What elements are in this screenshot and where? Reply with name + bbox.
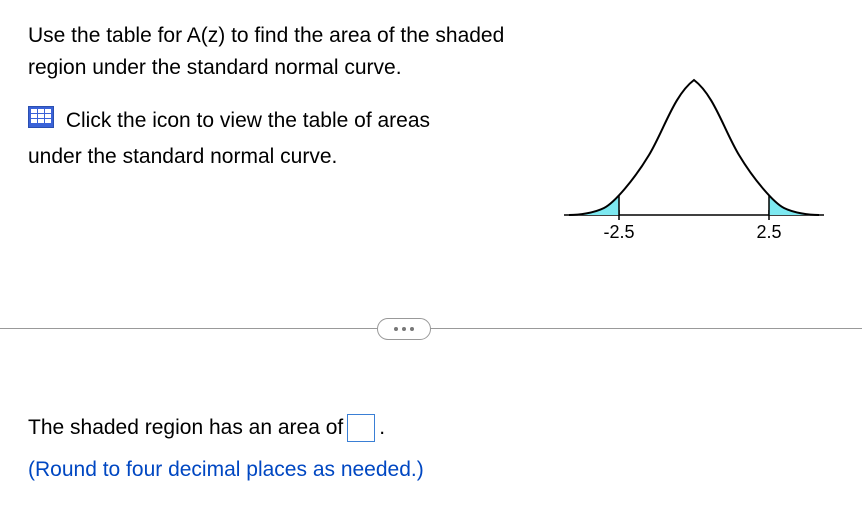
answer-suffix: .	[379, 410, 385, 446]
answer-input[interactable]	[347, 414, 375, 442]
table-link-row: Click the icon to view the table of area…	[28, 103, 524, 175]
answer-section: The shaded region has an area of . (Roun…	[28, 410, 424, 487]
question-text-column: Use the table for A(z) to find the area …	[28, 20, 524, 250]
answer-prefix: The shaded region has an area of	[28, 410, 343, 446]
rounding-hint: (Round to four decimal places as needed.…	[28, 452, 424, 488]
left-tick-label: -2.5	[603, 222, 634, 242]
question-section: Use the table for A(z) to find the area …	[28, 20, 834, 250]
section-divider	[0, 318, 862, 340]
expand-pill[interactable]	[377, 318, 431, 340]
right-tick-label: 2.5	[756, 222, 781, 242]
table-icon[interactable]	[28, 104, 54, 140]
normal-curve-graph: -2.5 2.5	[554, 20, 834, 250]
table-link-text-1[interactable]: Click the icon to view the table of area…	[66, 109, 430, 132]
table-link-text-2: under the standard normal curve.	[28, 145, 337, 168]
question-prompt: Use the table for A(z) to find the area …	[28, 20, 524, 83]
